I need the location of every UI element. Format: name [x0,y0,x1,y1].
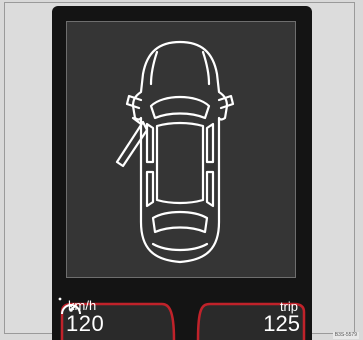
hood-line-left [149,50,159,86]
car-top-view-open-door-icon [115,40,235,264]
open-door-front-left [115,120,149,168]
door-status-display [66,21,296,278]
figure: km/h 120 trip 125 B3S-5579 [0,0,363,340]
hood-line-right [201,50,211,86]
figure-code: B3S-5579 [332,332,359,339]
roof [155,121,205,205]
rear-window [151,210,209,234]
windshield [149,96,211,120]
trip-gauge: trip 125 [196,296,308,340]
trip-value: 125 [263,311,300,336]
left-window-rear [145,170,155,208]
tail-line [151,242,209,252]
speedometer-icon [58,297,81,315]
right-window-front [205,122,215,164]
right-window-rear [205,170,215,208]
speed-gauge: km/h 120 [58,296,176,340]
